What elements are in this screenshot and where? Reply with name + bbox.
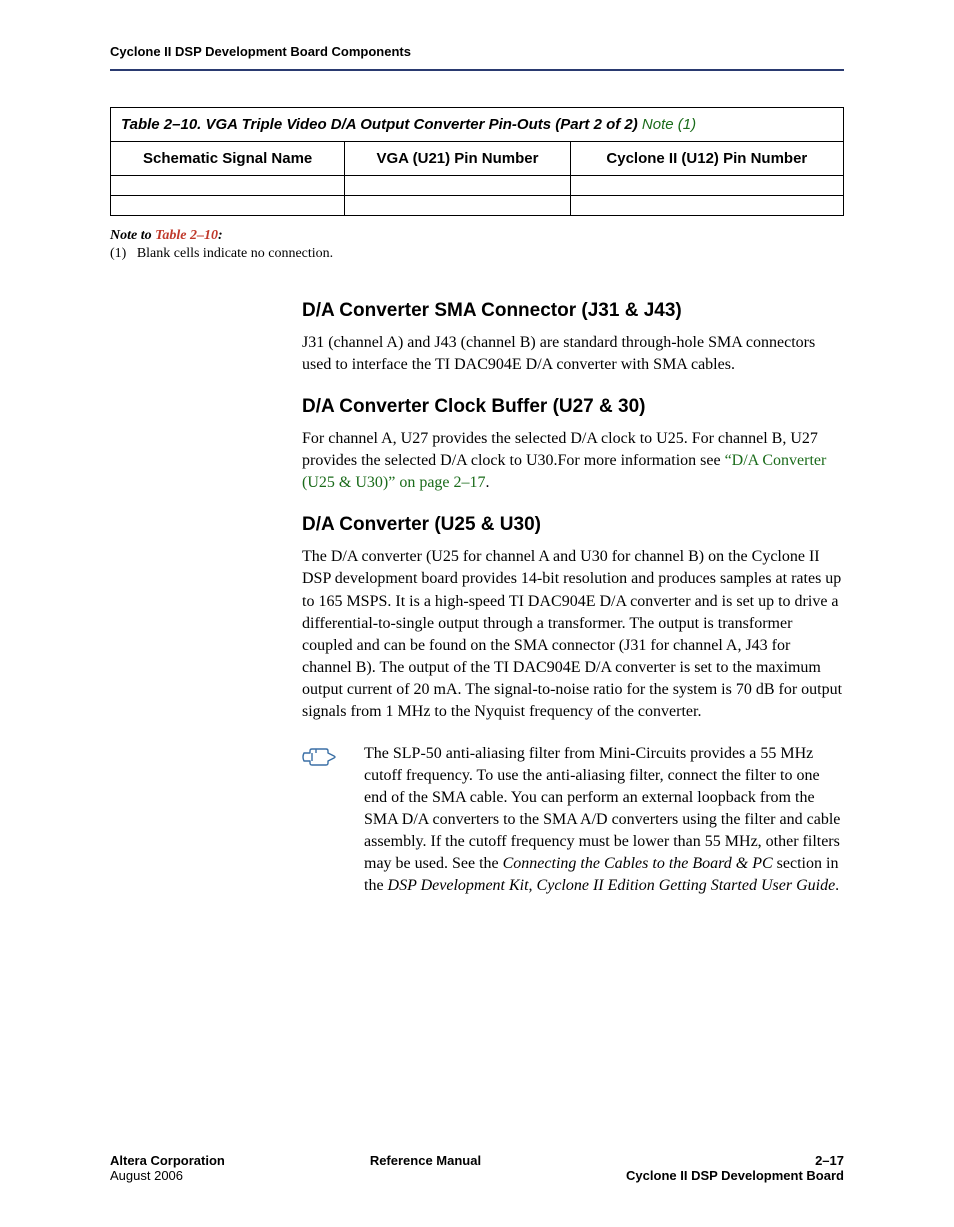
pinout-table: Table 2–10. VGA Triple Video D/A Output … xyxy=(110,107,844,216)
note-text: The SLP-50 anti-aliasing filter from Min… xyxy=(364,743,844,898)
col-schematic-signal-name: Schematic Signal Name xyxy=(111,142,345,176)
heading-sma-connector: D/A Converter SMA Connector (J31 & J43) xyxy=(302,300,844,322)
heading-clock-buffer: D/A Converter Clock Buffer (U27 & 30) xyxy=(302,396,844,418)
table-note-lead: Note to xyxy=(110,228,155,243)
table-title-text: Table 2–10. VGA Triple Video D/A Output … xyxy=(121,116,642,133)
table-cell xyxy=(111,196,345,216)
table-note-tail: : xyxy=(218,228,223,243)
col-vga-pin-number: VGA (U21) Pin Number xyxy=(345,142,570,176)
note-pre: The SLP-50 anti-aliasing filter from Min… xyxy=(364,745,840,872)
table-note-num: (1) xyxy=(110,246,126,261)
table-cell xyxy=(111,176,345,196)
para-clock-buffer-post: . xyxy=(486,474,490,491)
para-clock-buffer: For channel A, U27 provides the selected… xyxy=(302,428,844,494)
table-note-text: Blank cells indicate no connection. xyxy=(137,246,333,261)
para-sma-connector: J31 (channel A) and J43 (channel B) are … xyxy=(302,332,844,376)
heading-da-converter: D/A Converter (U25 & U30) xyxy=(302,514,844,536)
footer-doc-type: Reference Manual xyxy=(370,1153,481,1168)
footer-product-name: Cyclone II DSP Development Board xyxy=(626,1168,844,1183)
table-cell xyxy=(570,176,843,196)
table-note: Note to Table 2–10: xyxy=(110,228,844,244)
note-ital-1: Connecting the Cables to the Board & PC xyxy=(503,855,773,872)
table-note-ref-link[interactable]: Table 2–10 xyxy=(155,228,218,243)
hand-pointing-icon xyxy=(302,746,336,768)
footer-date: August 2006 xyxy=(110,1168,225,1183)
page-footer: Altera Corporation August 2006 Reference… xyxy=(110,1153,844,1183)
table-title-note-link[interactable]: Note (1) xyxy=(642,116,696,133)
note-block: The SLP-50 anti-aliasing filter from Min… xyxy=(302,743,844,898)
table-row xyxy=(111,196,844,216)
table-title-cell: Table 2–10. VGA Triple Video D/A Output … xyxy=(111,108,844,142)
note-post: . xyxy=(835,877,839,894)
table-cell xyxy=(570,196,843,216)
note-ital-2: DSP Development Kit, Cyclone II Edition … xyxy=(388,877,836,894)
para-da-converter: The D/A converter (U25 for channel A and… xyxy=(302,546,844,723)
col-cyclone-pin-number: Cyclone II (U12) Pin Number xyxy=(570,142,843,176)
footer-page-number: 2–17 xyxy=(626,1153,844,1168)
table-row xyxy=(111,176,844,196)
footer-company: Altera Corporation xyxy=(110,1153,225,1168)
table-cell xyxy=(345,176,570,196)
table-cell xyxy=(345,196,570,216)
running-header: Cyclone II DSP Development Board Compone… xyxy=(110,44,844,69)
table-note-item: (1) Blank cells indicate no connection. xyxy=(110,246,844,262)
